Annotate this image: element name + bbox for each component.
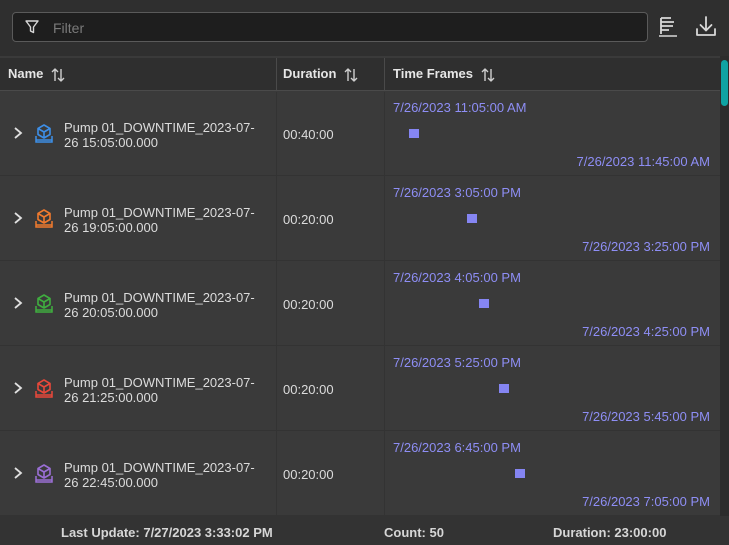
cell-divider (384, 347, 385, 432)
vertical-scrollbar[interactable] (720, 56, 729, 516)
cell-divider (384, 262, 385, 347)
row-duration: 00:20:00 (283, 467, 334, 482)
time-frame-end: 7/26/2023 4:25:00 PM (582, 324, 710, 339)
table-row[interactable]: Pump 01_DOWNTIME_2023-07-26 19:05:00.000… (0, 177, 720, 262)
cell-divider (384, 177, 385, 262)
chevron-right-icon[interactable] (12, 466, 24, 480)
chevron-right-icon[interactable] (12, 211, 24, 225)
cell-divider (276, 262, 277, 347)
cell-divider (276, 92, 277, 177)
time-frame-bar[interactable] (479, 299, 490, 308)
time-frame-end: 7/26/2023 7:05:00 PM (582, 494, 710, 509)
row-duration: 00:20:00 (283, 212, 334, 227)
time-frame-start: 7/26/2023 5:25:00 PM (393, 355, 521, 370)
row-name: Pump 01_DOWNTIME_2023-07-26 20:05:00.000 (64, 290, 255, 320)
column-divider[interactable] (276, 58, 277, 90)
table-header: Name Duration Time Frames (0, 58, 720, 91)
download-button[interactable] (695, 15, 717, 39)
table-row[interactable]: Pump 01_DOWNTIME_2023-07-26 22:45:00.000… (0, 432, 720, 516)
row-name: Pump 01_DOWNTIME_2023-07-26 22:45:00.000 (64, 460, 255, 490)
sort-icon[interactable] (51, 67, 65, 83)
time-frame-bar[interactable] (514, 469, 525, 478)
download-icon (696, 16, 716, 36)
time-frame-bar[interactable] (466, 214, 477, 223)
column-header-time-frames[interactable]: Time Frames (393, 58, 495, 90)
table-body: Pump 01_DOWNTIME_2023-07-26 15:05:00.000… (0, 92, 720, 516)
time-frame-start: 7/26/2023 6:45:00 PM (393, 440, 521, 455)
filter-box[interactable] (12, 12, 648, 42)
cell-divider (384, 92, 385, 177)
asset-cube-icon (35, 209, 53, 228)
column-header-label: Name (8, 66, 44, 81)
row-name: Pump 01_DOWNTIME_2023-07-26 21:25:00.000 (64, 375, 255, 405)
status-footer: Last Update: 7/27/2023 3:33:02 PM Count:… (0, 516, 729, 545)
cell-divider (276, 347, 277, 432)
last-update-text: Last Update: 7/27/2023 3:33:02 PM (61, 525, 273, 540)
asset-cube-icon (35, 379, 53, 398)
row-duration: 00:20:00 (283, 382, 334, 397)
time-frame-start: 7/26/2023 3:05:00 PM (393, 185, 521, 200)
column-chooser-icon (659, 17, 677, 37)
row-duration: 00:40:00 (283, 127, 334, 142)
sort-icon[interactable] (481, 67, 495, 83)
scrollbar-thumb[interactable] (721, 60, 728, 106)
table-row[interactable]: Pump 01_DOWNTIME_2023-07-26 20:05:00.000… (0, 262, 720, 347)
cell-divider (276, 432, 277, 516)
time-frame-end: 7/26/2023 11:45:00 AM (576, 154, 710, 169)
column-header-label: Time Frames (393, 66, 473, 81)
column-header-label: Duration (283, 66, 337, 81)
total-duration-text: Duration: 23:00:00 (553, 525, 667, 540)
asset-cube-icon (35, 464, 53, 483)
column-header-name[interactable]: Name (8, 58, 65, 90)
count-text: Count: 50 (384, 525, 444, 540)
toolbar (0, 0, 729, 56)
cell-divider (276, 177, 277, 262)
asset-cube-icon (35, 124, 53, 143)
time-frame-end: 7/26/2023 5:45:00 PM (582, 409, 710, 424)
cell-divider (384, 432, 385, 516)
table-row[interactable]: Pump 01_DOWNTIME_2023-07-26 21:25:00.000… (0, 347, 720, 432)
time-frame-bar[interactable] (498, 384, 509, 393)
time-frame-end: 7/26/2023 3:25:00 PM (582, 239, 710, 254)
column-header-duration[interactable]: Duration (283, 58, 358, 90)
time-frame-start: 7/26/2023 11:05:00 AM (393, 100, 527, 115)
chevron-right-icon[interactable] (12, 126, 24, 140)
filter-input[interactable] (51, 16, 635, 40)
row-name: Pump 01_DOWNTIME_2023-07-26 15:05:00.000 (64, 120, 255, 150)
asset-cube-icon (35, 294, 53, 313)
chevron-right-icon[interactable] (12, 296, 24, 310)
sort-icon[interactable] (344, 67, 358, 83)
column-chooser-button[interactable] (658, 15, 680, 39)
row-duration: 00:20:00 (283, 297, 334, 312)
filter-icon (25, 20, 39, 34)
row-name: Pump 01_DOWNTIME_2023-07-26 19:05:00.000 (64, 205, 255, 235)
time-frame-start: 7/26/2023 4:05:00 PM (393, 270, 521, 285)
column-divider[interactable] (384, 58, 385, 90)
chevron-right-icon[interactable] (12, 381, 24, 395)
time-frame-bar[interactable] (409, 129, 419, 138)
table-row[interactable]: Pump 01_DOWNTIME_2023-07-26 15:05:00.000… (0, 92, 720, 177)
